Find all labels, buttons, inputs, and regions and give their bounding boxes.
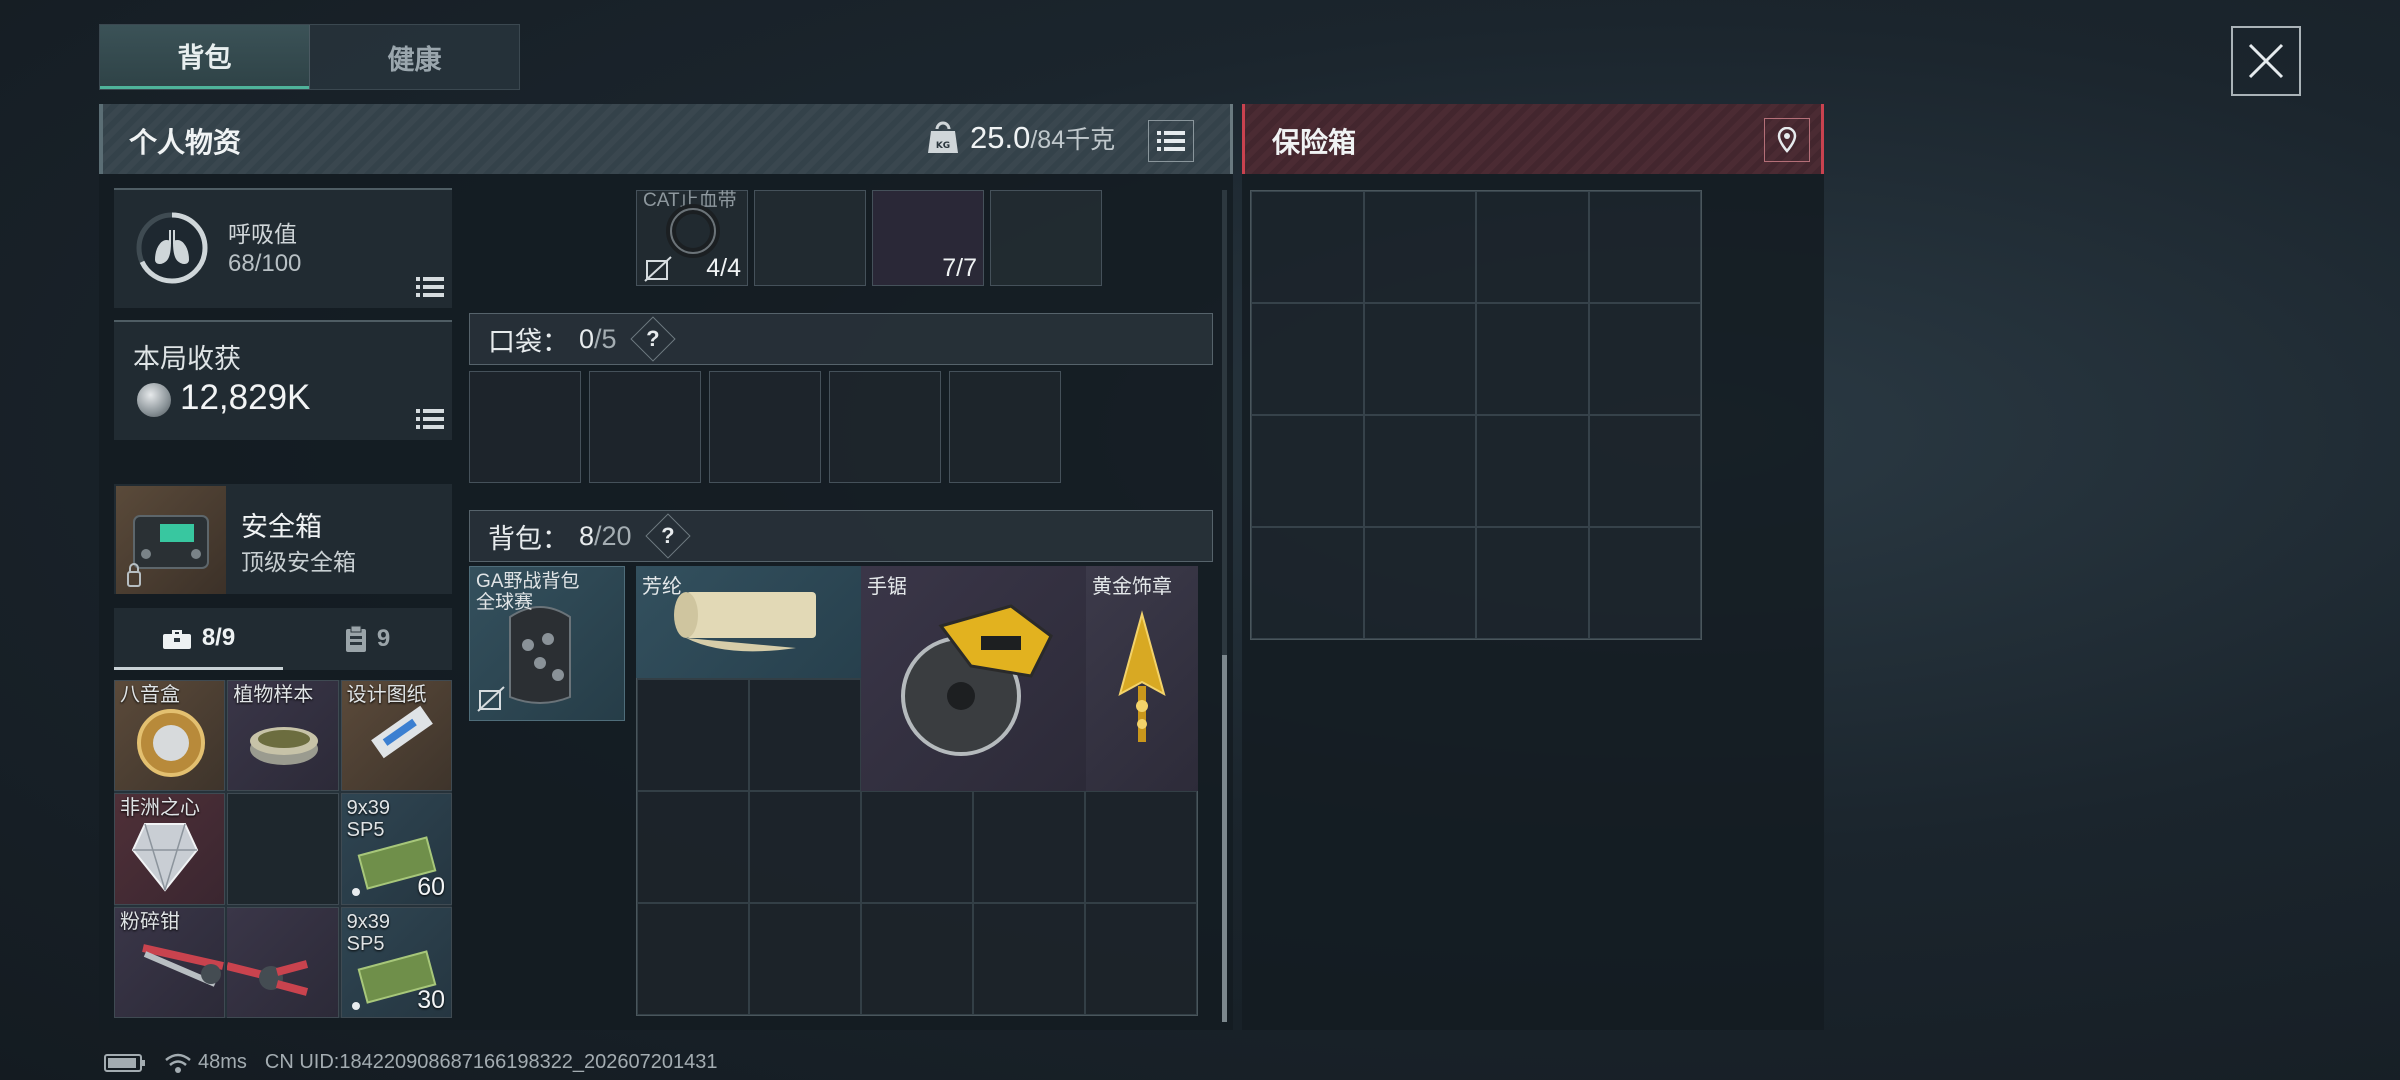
lungs-gauge-icon <box>136 212 208 284</box>
pocket-slot[interactable] <box>589 371 701 483</box>
safe-title: 保险箱 <box>1272 127 1357 158</box>
tab-health[interactable]: 健康 <box>309 25 519 89</box>
harvest-label: 本局收获 <box>133 344 241 374</box>
equipment-slots: CAT止血带 4/4 7/7 <box>636 190 1102 286</box>
weight-icon: KG <box>928 121 958 153</box>
weight-current: 25.0 <box>970 120 1031 155</box>
sort-list-button[interactable] <box>1148 120 1194 162</box>
weight-indicator: KG 25.0/84千克 <box>928 120 1115 156</box>
equipped-backpack[interactable]: GA野战背包 全球赛 <box>469 566 625 721</box>
weight-capacity: /84千克 <box>1030 126 1116 154</box>
item-crusher-pliers-ext <box>227 906 339 1018</box>
ping-value: 48ms <box>198 1051 247 1073</box>
location-button[interactable] <box>1764 118 1810 162</box>
item-hand-saw[interactable]: 手锯 <box>861 566 1086 791</box>
breath-value: 68/100 <box>228 250 302 277</box>
panel-title: 个人物资 <box>129 127 242 158</box>
harvest-value: 12,829K <box>180 378 311 417</box>
pocket-slot[interactable] <box>949 371 1061 483</box>
item-ammo-9x39-60[interactable]: 9x39 SP5 60 <box>340 793 452 905</box>
item-blueprint[interactable]: 设计图纸 <box>340 680 452 792</box>
gold-emblem-icon <box>1118 610 1166 742</box>
toolbox-icon <box>162 629 191 649</box>
harvest-list-icon[interactable] <box>416 408 444 430</box>
status-bar: 48ms CN UID:18422090868716619832​2_20260… <box>104 1051 718 1074</box>
tab-items[interactable]: 8/9 <box>114 608 283 670</box>
item-gold-emblem[interactable]: 黄金饰章 <box>1086 566 1198 791</box>
help-icon: ? <box>645 325 660 351</box>
safebox-name: 安全箱 <box>241 512 322 542</box>
pack-grid: 八音盒 植物样本 设计图纸 非洲之心 9x39 SP5 60 粉碎钳 9x39 … <box>114 680 452 1018</box>
clipboard-icon <box>345 625 366 652</box>
pocket-help-button[interactable]: ? <box>629 316 676 362</box>
item-aramid[interactable]: 芳纶 <box>636 566 861 678</box>
empty-slot[interactable] <box>227 793 339 905</box>
svg-text:KG: KG <box>936 141 950 151</box>
circular-saw-icon <box>901 604 1053 756</box>
safebox-image <box>116 486 226 594</box>
breath-label: 呼吸值 <box>228 221 297 247</box>
item-plant-sample[interactable]: 植物样本 <box>227 680 339 792</box>
location-pin-icon <box>1777 127 1797 153</box>
bag-help-button[interactable]: ? <box>644 513 691 559</box>
battery-icon <box>104 1053 145 1072</box>
help-icon: ? <box>660 522 675 548</box>
uid-text: CN UID:18422090868716619832​2_2026072014… <box>264 1051 718 1073</box>
safebox-subtitle: 顶级安全箱 <box>241 549 356 575</box>
safebox-icon <box>127 515 209 587</box>
tab-supplies[interactable]: 9 <box>283 608 452 670</box>
close-button[interactable] <box>2231 26 2301 96</box>
breath-list-icon[interactable] <box>416 276 444 298</box>
pocket-slot[interactable] <box>829 371 941 483</box>
pliers-extension-icon <box>227 959 309 996</box>
pocket-header: 口袋： 0/5 ? <box>469 313 1213 365</box>
tab-backpack[interactable]: 背包 <box>100 25 309 89</box>
close-icon <box>2248 43 2284 79</box>
item-ammo-9x39-30[interactable]: 9x39 SP5 30 <box>340 906 452 1018</box>
item-heart-of-africa[interactable]: 非洲之心 <box>114 793 226 905</box>
scrollbar-thumb[interactable] <box>1222 655 1227 1022</box>
top-tab-bar: 背包 健康 <box>99 24 520 90</box>
item-crusher-pliers[interactable]: 粉碎钳 <box>114 906 226 1018</box>
wifi-icon <box>165 1053 191 1073</box>
coin-icon <box>137 383 171 417</box>
slot-consumable[interactable]: 7/7 <box>872 190 984 286</box>
item-music-box[interactable]: 八音盒 <box>114 680 226 792</box>
slot-empty[interactable] <box>754 190 866 286</box>
slot-tourniquet[interactable]: CAT止血带 4/4 <box>636 190 748 286</box>
pocket-slot[interactable] <box>709 371 821 483</box>
slot-empty-2[interactable] <box>990 190 1102 286</box>
pocket-slot[interactable] <box>469 371 581 483</box>
safe-grid[interactable] <box>1250 190 1702 640</box>
pocket-slots <box>469 371 1061 483</box>
pack-tab-bar: 8/9 9 <box>114 608 452 670</box>
list-icon <box>1157 131 1185 151</box>
bag-header: 背包： 8/20 ? <box>469 510 1213 562</box>
